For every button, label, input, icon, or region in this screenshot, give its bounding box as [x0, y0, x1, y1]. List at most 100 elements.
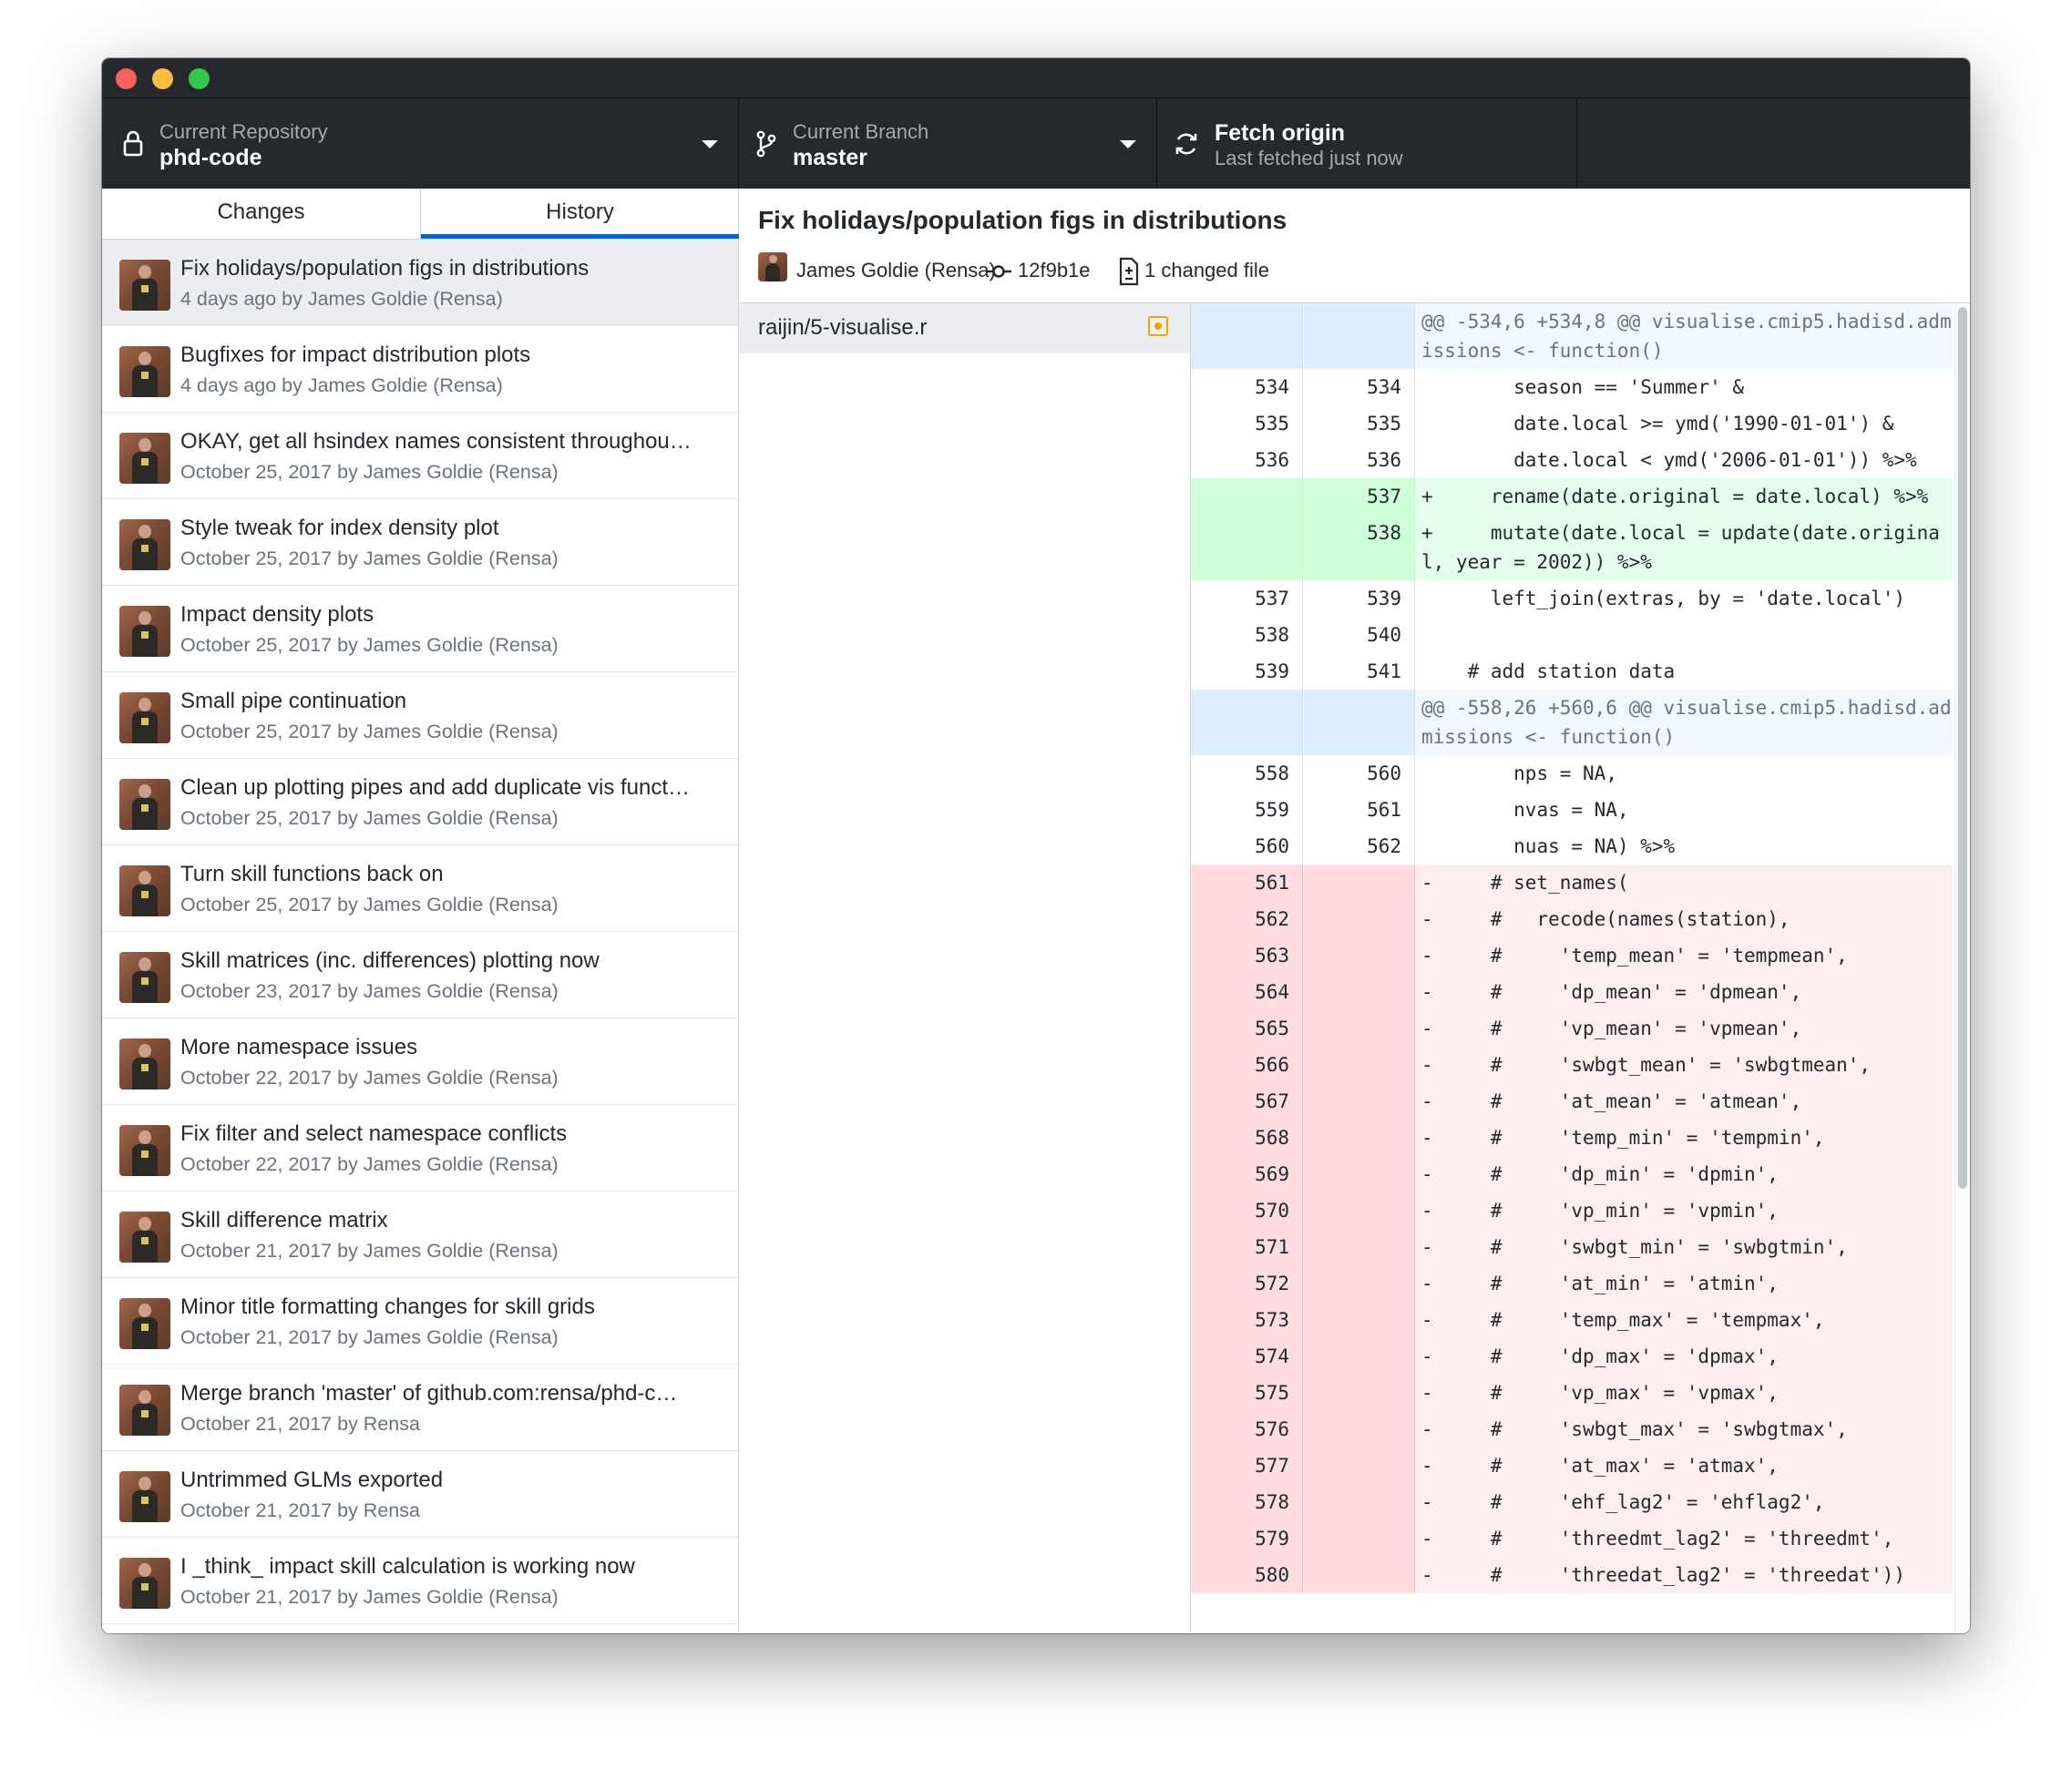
- diff-line-context[interactable]: 539 541 # add station data: [1191, 653, 1953, 690]
- diff-line-added[interactable]: 538 + mutate(date.local = update(date.ori…: [1191, 515, 1953, 580]
- diff-line-context[interactable]: 534 534 season == 'Summer' &: [1191, 369, 1953, 405]
- old-line-number: 558: [1191, 755, 1303, 792]
- commit-summary: Fix holidays/population figs in distribu…: [180, 256, 590, 281]
- old-line-number: 538: [1191, 617, 1303, 653]
- diff-line-removed[interactable]: 572 - # 'at_min' = 'atmin',: [1191, 1265, 1953, 1302]
- old-line-number: 578: [1191, 1484, 1303, 1520]
- commit-list-item[interactable]: Merge branch 'master' of github.com:rens…: [102, 1365, 738, 1451]
- tab-history[interactable]: History: [421, 189, 739, 239]
- diff-line-removed[interactable]: 570 - # 'vp_min' = 'vpmin',: [1191, 1192, 1953, 1229]
- diff-line-removed[interactable]: 561 - # set_names(: [1191, 864, 1953, 901]
- author-avatar: [119, 865, 170, 916]
- new-line-number: 540: [1304, 617, 1415, 653]
- commit-meta: October 22, 2017 by James Goldie (Rensa): [180, 1067, 559, 1089]
- minimize-window-button[interactable]: [152, 68, 173, 89]
- diff-scrollbar[interactable]: [1954, 303, 1970, 1633]
- diff-line-removed[interactable]: 580 - # 'threedat_lag2' = 'threedat')): [1191, 1557, 1953, 1593]
- new-line-number: [1304, 1192, 1415, 1229]
- old-line-number: 560: [1191, 828, 1303, 864]
- diff-line-removed[interactable]: 577 - # 'at_max' = 'atmax',: [1191, 1448, 1953, 1484]
- diff-line-removed[interactable]: 579 - # 'threedmt_lag2' = 'threedmt',: [1191, 1520, 1953, 1557]
- chevron-down-icon: [702, 140, 718, 148]
- author-avatar: [119, 692, 170, 743]
- new-line-number: [1304, 1375, 1415, 1411]
- old-line-number: 564: [1191, 974, 1303, 1010]
- old-line-number: 562: [1191, 901, 1303, 937]
- commit-summary: Untrimmed GLMs exported: [180, 1468, 444, 1492]
- new-line-number: 541: [1304, 653, 1415, 690]
- diff-line-removed[interactable]: 571 - # 'swbgt_min' = 'swbgtmin',: [1191, 1229, 1953, 1265]
- diff-code: + mutate(date.local = update(date.origin…: [1421, 522, 1940, 573]
- commit-list-item[interactable]: Minor title formatting changes for skill…: [102, 1278, 738, 1365]
- diff-hunk-header[interactable]: @@ -534,6 +534,8 @@ visualise.cmip5.hadi…: [1191, 303, 1953, 369]
- diff-line-removed[interactable]: 564 - # 'dp_mean' = 'dpmean',: [1191, 974, 1953, 1010]
- diff-code: - # 'temp_mean' = 'tempmean',: [1421, 945, 1848, 967]
- new-line-number: 536: [1304, 442, 1415, 478]
- diff-line-removed[interactable]: 565 - # 'vp_mean' = 'vpmean',: [1191, 1010, 1953, 1047]
- commit-meta: October 25, 2017 by James Goldie (Rensa): [180, 547, 559, 569]
- tab-changes[interactable]: Changes: [102, 189, 420, 239]
- commit-list-item[interactable]: Fix holidays/population figs in distribu…: [102, 240, 738, 326]
- diff-line-removed[interactable]: 567 - # 'at_mean' = 'atmean',: [1191, 1083, 1953, 1120]
- old-line-number: 559: [1191, 792, 1303, 828]
- diff-line-removed[interactable]: 562 - # recode(names(station),: [1191, 901, 1953, 937]
- commit-title: Fix holidays/population figs in distribu…: [758, 206, 1287, 234]
- commit-list-item[interactable]: Style tweak for index density plot Octobe…: [102, 499, 738, 586]
- diff-line-context[interactable]: 536 536 date.local < ymd('2006-01-01')) %…: [1191, 442, 1953, 478]
- diff-line-added[interactable]: 537 + rename(date.original = date.local) …: [1191, 478, 1953, 515]
- commit-list-item[interactable]: Clean up plotting pipes and add duplicat…: [102, 759, 738, 845]
- commit-list-item[interactable]: Fix filter and select namespace conflict…: [102, 1105, 738, 1192]
- changed-files-count: 1 changed file: [1144, 259, 1269, 281]
- commit-list-item[interactable]: Skill matrices (inc. differences) plotti…: [102, 932, 738, 1018]
- commit-list-item[interactable]: Bugfixes for impact distribution plots 4 …: [102, 326, 738, 413]
- commit-list-item[interactable]: Untrimmed GLMs exported October 21, 2017 …: [102, 1451, 738, 1538]
- diff-code: - # set_names(: [1421, 872, 1629, 894]
- diff-line-context[interactable]: 538 540: [1191, 617, 1953, 653]
- diff-code: # add station data: [1421, 660, 1676, 682]
- commit-list-item[interactable]: I _think_ impact skill calculation is wo…: [102, 1538, 738, 1624]
- diff-line-context[interactable]: 558 560 nps = NA,: [1191, 755, 1953, 792]
- repository-selector[interactable]: Current Repository phd-code: [102, 98, 739, 189]
- close-window-button[interactable]: [116, 68, 137, 89]
- scrollbar-thumb[interactable]: [1958, 307, 1967, 1189]
- commit-list-item[interactable]: More namespace issues October 22, 2017 by…: [102, 1018, 738, 1105]
- diff-line-removed[interactable]: 563 - # 'temp_mean' = 'tempmean',: [1191, 937, 1953, 974]
- commit-summary: Clean up plotting pipes and add duplicat…: [180, 775, 691, 800]
- diff-line-context[interactable]: 559 561 nvas = NA,: [1191, 792, 1953, 828]
- diff-line-removed[interactable]: 566 - # 'swbgt_mean' = 'swbgtmean',: [1191, 1047, 1953, 1083]
- commit-meta: October 25, 2017 by James Goldie (Rensa): [180, 461, 559, 483]
- commit-list-item[interactable]: Small pipe continuation October 25, 2017 …: [102, 672, 738, 759]
- diff-hunk-header[interactable]: @@ -558,26 +560,6 @@ visualise.cmip5.had…: [1191, 690, 1953, 755]
- diff-line-context[interactable]: 535 535 date.local >= ymd('1990-01-01') &: [1191, 405, 1953, 442]
- new-line-number: [1304, 1010, 1415, 1047]
- diff-line-removed[interactable]: 576 - # 'swbgt_max' = 'swbgtmax',: [1191, 1411, 1953, 1448]
- diff-line-context[interactable]: 537 539 left_join(extras, by = 'date.loca…: [1191, 580, 1953, 617]
- diff-line-context[interactable]: 560 562 nuas = NA) %>%: [1191, 828, 1953, 864]
- author-avatar: [119, 1298, 170, 1349]
- diff-line-removed[interactable]: 568 - # 'temp_min' = 'tempmin',: [1191, 1120, 1953, 1156]
- commit-meta: October 21, 2017 by Rensa: [180, 1413, 420, 1435]
- new-line-number: [1304, 1229, 1415, 1265]
- commit-list-item[interactable]: Turn skill functions back on October 25, …: [102, 845, 738, 932]
- fetch-origin-button[interactable]: Fetch origin Last fetched just now: [1157, 98, 1577, 189]
- commit-meta: October 21, 2017 by Rensa: [180, 1499, 420, 1521]
- sync-icon: [1175, 133, 1197, 155]
- file-list-item[interactable]: raijin/5-visualise.r: [739, 303, 1190, 353]
- old-line-number: 573: [1191, 1302, 1303, 1338]
- zoom-window-button[interactable]: [189, 68, 210, 89]
- commit-list-item[interactable]: OKAY, get all hsindex names consistent t…: [102, 413, 738, 499]
- commit-list-item[interactable]: Skill difference matrix October 21, 2017 …: [102, 1192, 738, 1278]
- new-line-number: 538: [1304, 515, 1415, 580]
- diff-line-removed[interactable]: 574 - # 'dp_max' = 'dpmax',: [1191, 1338, 1953, 1375]
- diff-code: - # 'swbgt_mean' = 'swbgtmean',: [1421, 1054, 1872, 1076]
- diff-line-removed[interactable]: 569 - # 'dp_min' = 'dpmin',: [1191, 1156, 1953, 1192]
- branch-selector[interactable]: Current Branch master: [739, 98, 1157, 189]
- diff-line-removed[interactable]: 578 - # 'ehf_lag2' = 'ehflag2',: [1191, 1484, 1953, 1520]
- commit-list-item[interactable]: Impact density plots October 25, 2017 by …: [102, 586, 738, 672]
- commit-meta: October 25, 2017 by James Goldie (Rensa): [180, 634, 559, 656]
- diff-line-removed[interactable]: 573 - # 'temp_max' = 'tempmax',: [1191, 1302, 1953, 1338]
- diff-line-removed[interactable]: 575 - # 'vp_max' = 'vpmax',: [1191, 1375, 1953, 1411]
- new-line-number: [1304, 1338, 1415, 1375]
- new-line-number: [1304, 901, 1415, 937]
- diff-code: nuas = NA) %>%: [1421, 835, 1676, 857]
